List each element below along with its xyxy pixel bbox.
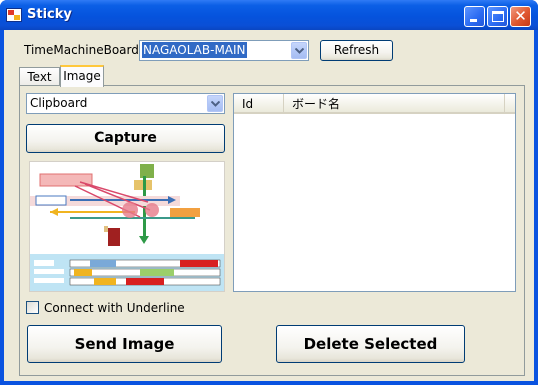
connect-underline-label: Connect with Underline [44,301,185,315]
tab-text[interactable]: Text [19,67,60,87]
captured-image-preview [29,161,225,292]
capture-button[interactable]: Capture [26,124,225,153]
send-image-button[interactable]: Send Image [27,325,222,363]
board-label: TimeMachineBoard [24,43,139,57]
capture-button-label: Capture [94,130,157,146]
tab-image[interactable]: Image [60,65,104,87]
minimize-button[interactable] [464,6,485,27]
application-window: Sticky ✕ TimeMachineBoard NAGAOLAB-MAIN … [0,0,538,385]
client-area: TimeMachineBoard NAGAOLAB-MAIN Refresh T… [4,30,534,381]
image-source-combobox[interactable]: Clipboard [26,93,225,114]
app-icon [6,8,22,22]
image-source-value: Clipboard [30,96,88,110]
maximize-icon [492,11,504,22]
captured-image [30,162,224,291]
column-header-board-name[interactable]: ボード名 [284,94,505,114]
refresh-button[interactable]: Refresh [320,40,393,61]
delete-selected-button[interactable]: Delete Selected [276,325,465,363]
chevron-down-icon [295,48,304,54]
tab-text-label: Text [27,70,52,84]
send-image-button-label: Send Image [74,335,175,353]
board-listview[interactable]: Id ボード名 [233,93,516,292]
listview-header: Id ボード名 [234,94,515,114]
connect-underline-checkbox[interactable] [26,301,39,314]
board-dropdown-button[interactable] [291,42,307,59]
tab-image-label: Image [63,69,101,83]
close-icon: ✕ [514,7,527,25]
window-title: Sticky [27,7,72,22]
title-bar[interactable]: Sticky ✕ [0,0,538,30]
delete-selected-button-label: Delete Selected [303,335,438,353]
refresh-button-label: Refresh [333,43,380,57]
minimize-icon [470,19,477,22]
close-button[interactable]: ✕ [510,6,531,27]
board-combobox-value: NAGAOLAB-MAIN [142,42,247,58]
column-header-id[interactable]: Id [234,94,284,114]
image-source-dropdown-button[interactable] [207,95,223,112]
board-combobox[interactable]: NAGAOLAB-MAIN [139,40,309,61]
chevron-down-icon [211,101,220,107]
maximize-button[interactable] [487,6,508,27]
